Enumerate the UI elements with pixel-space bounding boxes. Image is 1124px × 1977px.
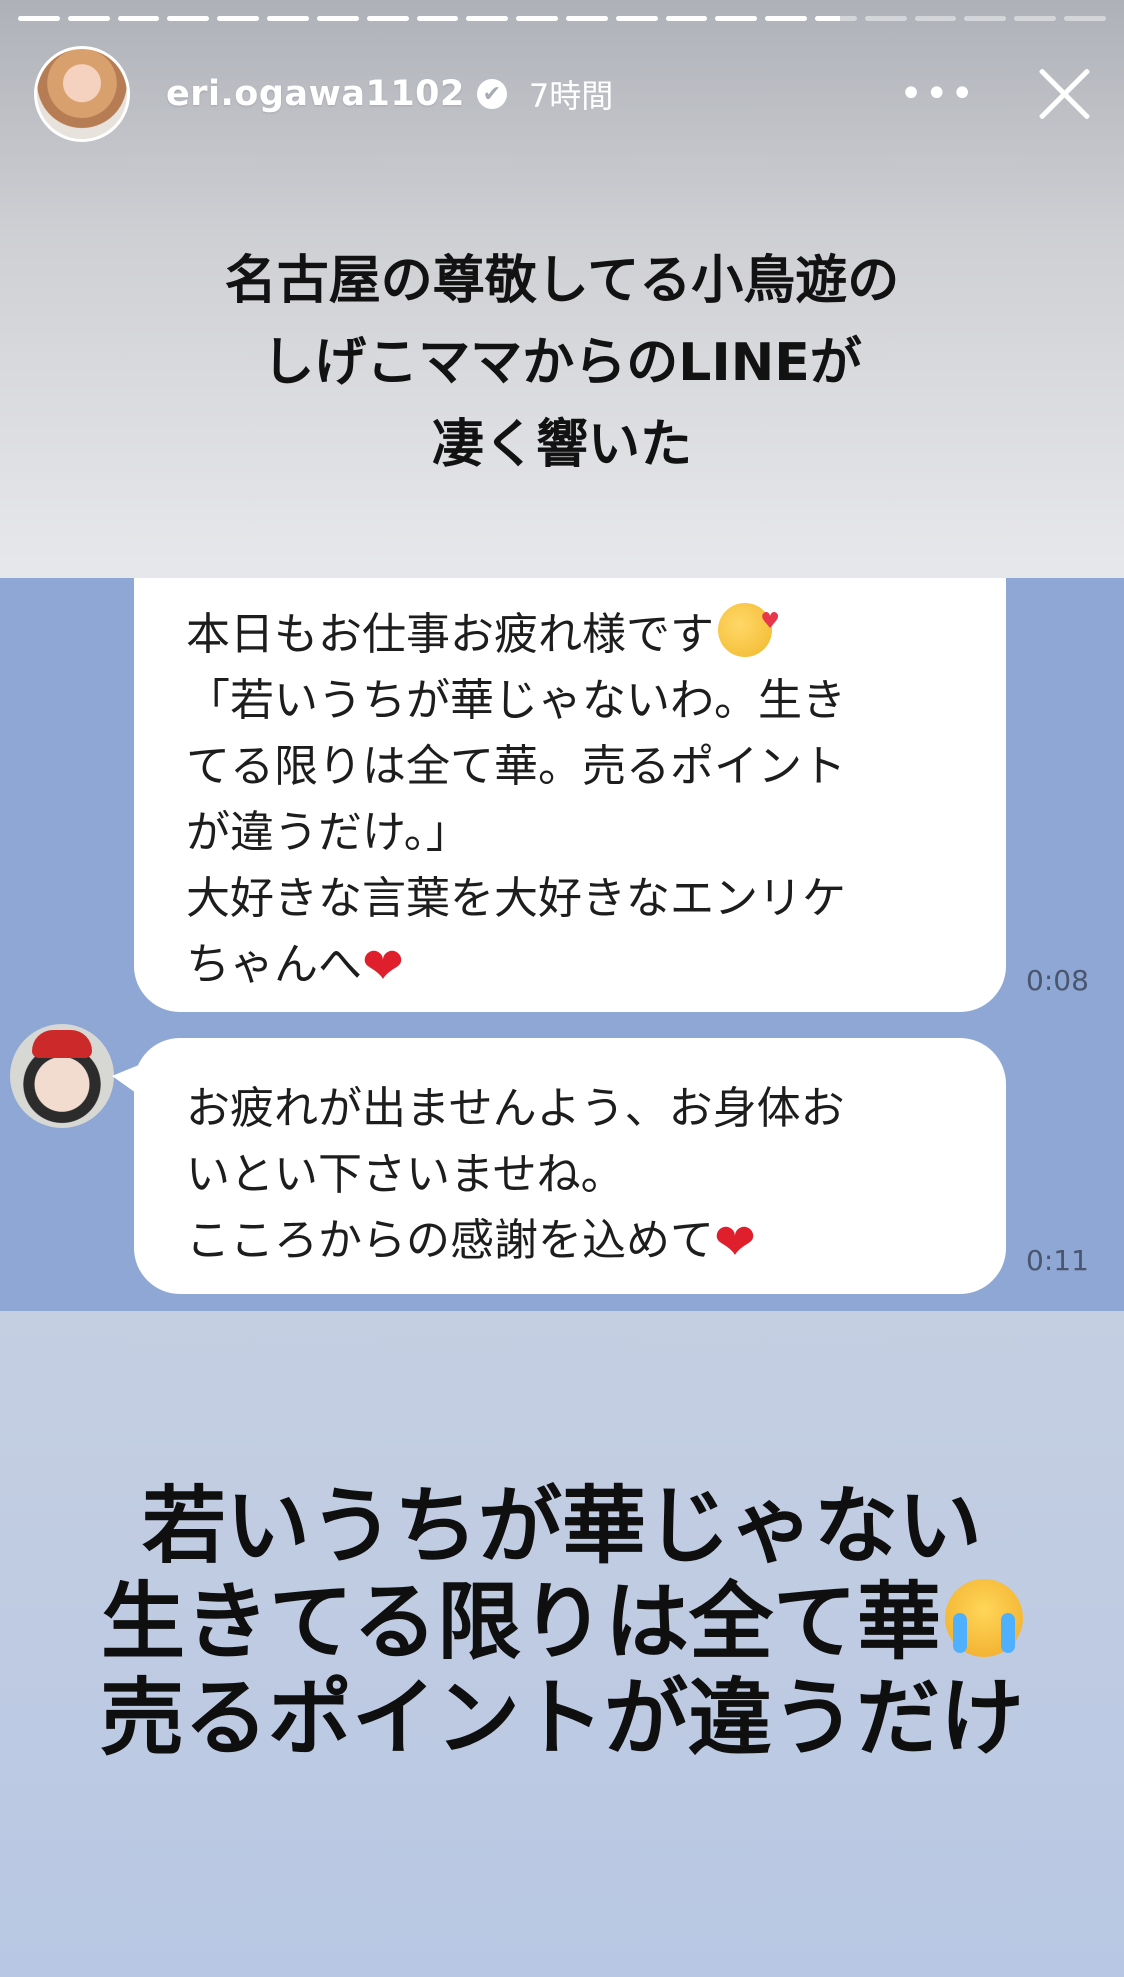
message-time: 0:11 [1026, 1244, 1089, 1277]
story-progress-fill [366, 16, 409, 21]
story-header: eri.ogawa1102 ✔ 7時間 ••• [34, 46, 1094, 142]
story-progress-segment [815, 16, 857, 21]
story-progress-fill [167, 16, 210, 21]
heart-emoji-icon: ❤ [362, 937, 404, 995]
story-progress-fill [67, 16, 110, 21]
profile-avatar[interactable] [34, 46, 130, 142]
chat-bubble: お疲れが出ませんよう、お身体お いとい下さいませね。 こころからの感謝を込めて❤ [112, 1038, 1006, 1294]
story-progress-segment [366, 16, 409, 21]
story-progress-segment [914, 16, 957, 21]
story-progress-fill [416, 16, 459, 21]
post-time: 7時間 [528, 77, 614, 115]
sender-avatar-hat [32, 1030, 92, 1058]
message-text: 本日もお仕事お疲れ様です [186, 609, 714, 660]
story-progress-segment [267, 16, 309, 21]
story-progress-fill [466, 16, 509, 21]
story-progress-fill [516, 16, 558, 21]
story-progress-segment [167, 16, 210, 21]
top-caption-line: 名古屋の尊敬してる小鳥遊の [224, 251, 900, 311]
story-progress-segment [117, 16, 160, 21]
story-progress-segment [516, 16, 558, 21]
message-text: こころからの感謝を込めて [186, 1215, 714, 1266]
verified-badge-icon: ✔ [476, 79, 507, 109]
story-progress-segment [964, 16, 1007, 21]
bubble-tail [112, 1062, 146, 1100]
username[interactable]: eri.ogawa1102 [166, 74, 465, 114]
message-text: 「若いうちが華じゃないわ。生き [186, 675, 846, 726]
bottom-caption-line: 生きてる限りは全て華 [100, 1572, 941, 1671]
story-progress-segment [765, 16, 807, 21]
story-progress-fill [615, 16, 658, 21]
story-progress-segment [715, 16, 758, 21]
story-progress-segment [316, 16, 359, 21]
message-text: お疲れが出ませんよう、お身体お [186, 1083, 845, 1134]
story-progress-segment [67, 16, 110, 21]
bottom-caption: 若いうちが華じゃない 生きてる限りは全て華 売るポイントが違うだけ [0, 1478, 1124, 1766]
kissing-face-emoji-icon [718, 589, 780, 657]
top-caption-line: 凄く響いた [431, 415, 692, 475]
story-progress-segment [864, 16, 907, 21]
bottom-caption-line: 売るポイントが違うだけ [99, 1668, 1024, 1767]
chat-bubble: 本日もお仕事お疲れ様です 「若いうちが華じゃないわ。生き てる限りは全て華。売る… [134, 578, 1006, 1012]
story-progress-fill [217, 16, 260, 21]
bottom-caption-line: 若いうちが華じゃない [141, 1476, 982, 1575]
story-progress-fill [18, 16, 60, 21]
story-viewer[interactable]: eri.ogawa1102 ✔ 7時間 ••• 名古屋の尊敬してる小鳥遊の しげ… [0, 0, 1124, 1977]
story-progress-fill [765, 16, 807, 21]
top-caption-line: しげこママからのLINEが [262, 333, 862, 393]
close-icon[interactable] [1034, 64, 1094, 124]
line-chat-screenshot: 本日もお仕事お疲れ様です 「若いうちが華じゃないわ。生き てる限りは全て華。売る… [0, 578, 1124, 1311]
story-progress-fill [665, 16, 708, 21]
story-progress-segment [615, 16, 658, 21]
story-progress-segment [416, 16, 459, 21]
message-text: 大好きな言葉を大好きなエンリケ [186, 873, 846, 924]
message-text: が違うだけ。」 [186, 807, 470, 858]
story-progress-segment [466, 16, 509, 21]
story-progress-fill [117, 16, 160, 21]
story-progress-segment [1014, 16, 1057, 21]
crying-face-emoji-icon [945, 1579, 1023, 1657]
story-progress-fill [715, 16, 758, 21]
message-text: てる限りは全て華。売るポイント [186, 741, 846, 792]
more-options-icon[interactable]: ••• [899, 74, 976, 114]
top-caption: 名古屋の尊敬してる小鳥遊の しげこママからのLINEが 凄く響いた [0, 240, 1124, 486]
story-progress-segment [1064, 16, 1106, 21]
message-time: 0:08 [1026, 964, 1089, 997]
story-progress-fill [316, 16, 359, 21]
heart-emoji-icon: ❤ [714, 1213, 756, 1271]
story-progress-fill [815, 16, 841, 21]
sender-avatar [10, 1024, 114, 1128]
story-progress-segment [565, 16, 608, 21]
message-text: いとい下さいませね。 [186, 1149, 625, 1200]
story-progress-segment [18, 16, 60, 21]
story-progress-fill [267, 16, 309, 21]
story-progress-segment [665, 16, 708, 21]
message-text: ちゃんへ [186, 939, 362, 990]
story-progress-segment [217, 16, 260, 21]
story-progress-fill [565, 16, 608, 21]
story-progress-bar [18, 16, 1106, 21]
